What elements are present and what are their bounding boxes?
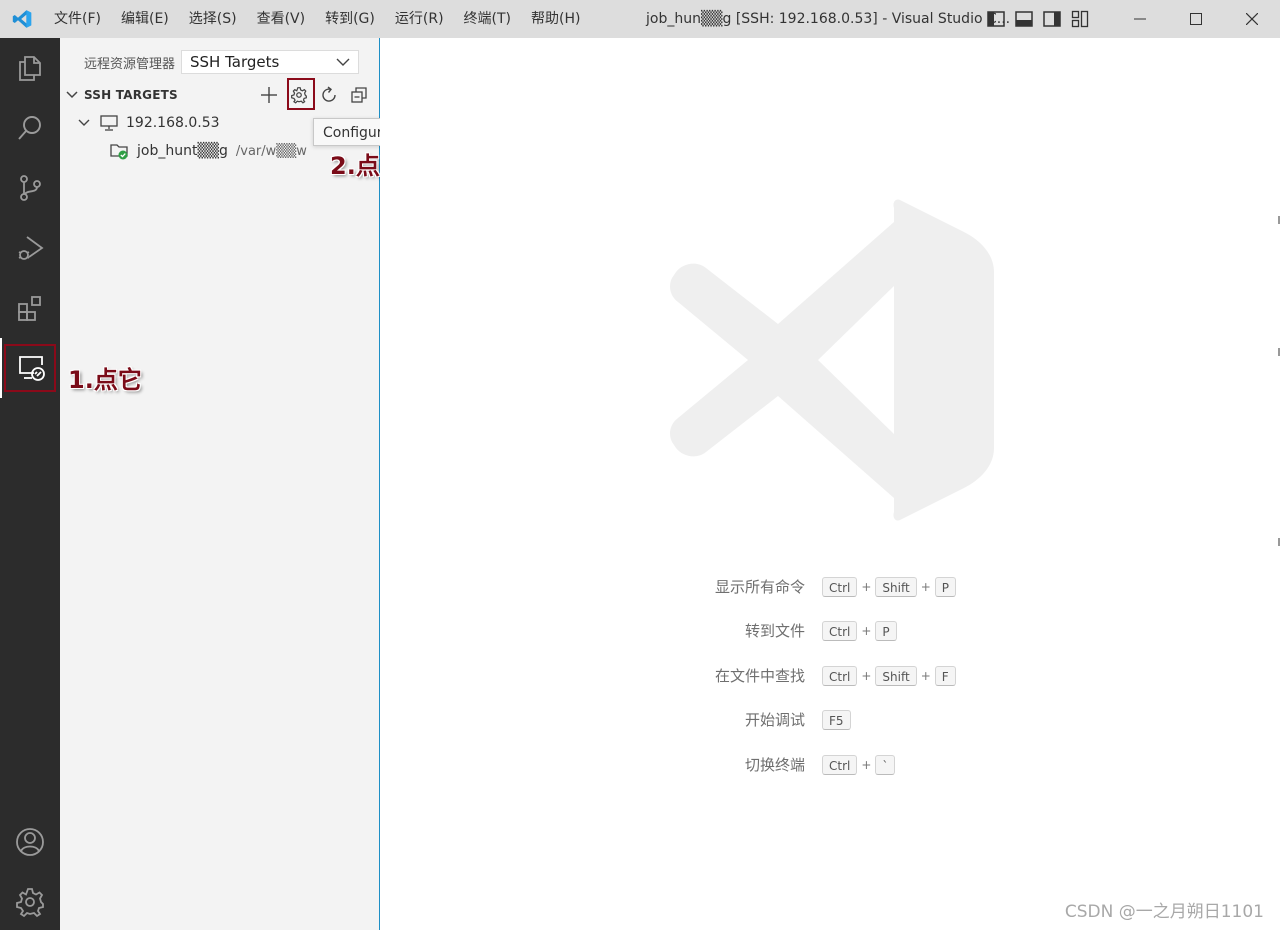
search-icon[interactable]: [0, 98, 60, 158]
ssh-targets-section-header[interactable]: SSH TARGETS: [60, 78, 380, 110]
title-bar: 文件(F) 编辑(E) 选择(S) 查看(V) 转到(G) 运行(R) 终端(T…: [0, 0, 1280, 38]
menu-go[interactable]: 转到(G): [315, 0, 385, 38]
vscode-logo-icon[interactable]: [0, 0, 44, 38]
key-cap: F: [934, 666, 956, 686]
window-title: job_hun▒▒g [SSH: 192.168.0.53] - Visual …: [646, 11, 1011, 27]
key-cap: P: [875, 621, 897, 641]
shortcut-row: 转到文件 Ctrl + P: [380, 620, 1280, 642]
shortcut-label: 切换终端: [744, 756, 805, 774]
toggle-secondary-sidebar-icon[interactable]: [1042, 9, 1062, 29]
csdn-watermark: CSDN @一之月朔日1101: [1064, 902, 1264, 922]
menu-view[interactable]: 查看(V): [247, 0, 316, 38]
folder-name: job_hunt▒▒g: [137, 143, 228, 159]
add-new-ssh-host-icon[interactable]: [258, 84, 280, 106]
remote-type-select-value: SSH Targets: [190, 53, 280, 71]
key-cap: Ctrl: [822, 621, 858, 641]
account-icon[interactable]: [0, 812, 60, 872]
explorer-files-icon[interactable]: [0, 38, 60, 98]
ssh-host-label: 192.168.0.53: [126, 115, 220, 131]
key-cap: F5: [822, 710, 851, 730]
menu-edit[interactable]: 编辑(E): [111, 0, 179, 38]
menu-run[interactable]: 运行(R): [385, 0, 454, 38]
key-cap: P: [934, 577, 957, 597]
monitor-icon: [100, 115, 118, 131]
layout-controls: [986, 9, 1090, 29]
toggle-panel-icon[interactable]: [1014, 9, 1034, 29]
shortcut-keys: Ctrl + P: [822, 620, 897, 642]
annotation-highlight-configure: [287, 78, 315, 110]
shortcut-keys: Ctrl + `: [822, 754, 896, 776]
annotation-step-1: 1.点它: [68, 366, 142, 394]
window-controls: [1112, 0, 1280, 38]
remote-folder-item[interactable]: job_hunt▒▒g /var/w▒▒w: [60, 140, 307, 162]
source-control-icon[interactable]: [0, 158, 60, 218]
shortcut-keys: F5: [822, 709, 851, 731]
shortcut-label: 转到文件: [744, 622, 805, 640]
key-cap: Ctrl: [822, 577, 858, 597]
refresh-icon[interactable]: [318, 84, 340, 106]
shortcut-label: 在文件中查找: [714, 667, 805, 685]
sidebar-header: 远程资源管理器 SSH Targets: [84, 50, 360, 74]
editor-empty-area: 显示所有命令 Ctrl + Shift + P 转到文件 Ctrl + P 在文件中查…: [380, 38, 1280, 930]
chevron-down-icon: [336, 58, 350, 66]
key-cap: Shift: [875, 666, 917, 686]
folder-connected-icon: [110, 144, 128, 160]
settings-gear-icon[interactable]: [0, 872, 60, 932]
key-cap: Shift: [875, 577, 917, 597]
ssh-host-item[interactable]: 192.168.0.53: [60, 112, 220, 134]
shortcut-label: 开始调试: [744, 711, 805, 729]
remote-type-select[interactable]: SSH Targets: [181, 50, 360, 74]
key-cap: Ctrl: [822, 755, 858, 775]
menu-terminal[interactable]: 终端(T): [454, 0, 521, 38]
sidebar-title: 远程资源管理器: [84, 56, 176, 72]
chevron-down-icon: [66, 91, 78, 99]
minimize-icon[interactable]: [1112, 0, 1168, 38]
activity-bar: [0, 38, 60, 930]
extensions-icon[interactable]: [0, 278, 60, 338]
vscode-watermark-logo-icon: [670, 199, 994, 521]
run-debug-icon[interactable]: [0, 218, 60, 278]
shortcut-row: 切换终端 Ctrl + `: [380, 754, 1280, 776]
toggle-primary-sidebar-icon[interactable]: [986, 9, 1006, 29]
shortcut-row: 显示所有命令 Ctrl + Shift + P: [380, 576, 1280, 598]
shortcut-row: 开始调试 F5: [380, 709, 1280, 731]
close-icon[interactable]: [1224, 0, 1280, 38]
menu-file[interactable]: 文件(F): [44, 0, 111, 38]
chevron-down-icon: [78, 119, 90, 126]
shortcut-row: 在文件中查找 Ctrl + Shift + F: [380, 665, 1280, 687]
key-cap: Ctrl: [822, 666, 858, 686]
key-cap: `: [875, 755, 896, 775]
shortcut-label: 显示所有命令: [714, 578, 805, 596]
collapse-all-icon[interactable]: [348, 84, 370, 106]
menu-bar: 文件(F) 编辑(E) 选择(S) 查看(V) 转到(G) 运行(R) 终端(T…: [44, 0, 590, 38]
shortcut-keys: Ctrl + Shift + F: [822, 665, 956, 687]
customize-layout-icon[interactable]: [1070, 9, 1090, 29]
maximize-icon[interactable]: [1168, 0, 1224, 38]
section-title: SSH TARGETS: [84, 88, 178, 102]
folder-path: /var/w▒▒w: [235, 143, 307, 159]
menu-help[interactable]: 帮助(H): [521, 0, 590, 38]
menu-selection[interactable]: 选择(S): [179, 0, 247, 38]
shortcut-keys: Ctrl + Shift + P: [822, 576, 957, 598]
annotation-highlight-remote: [4, 344, 56, 392]
